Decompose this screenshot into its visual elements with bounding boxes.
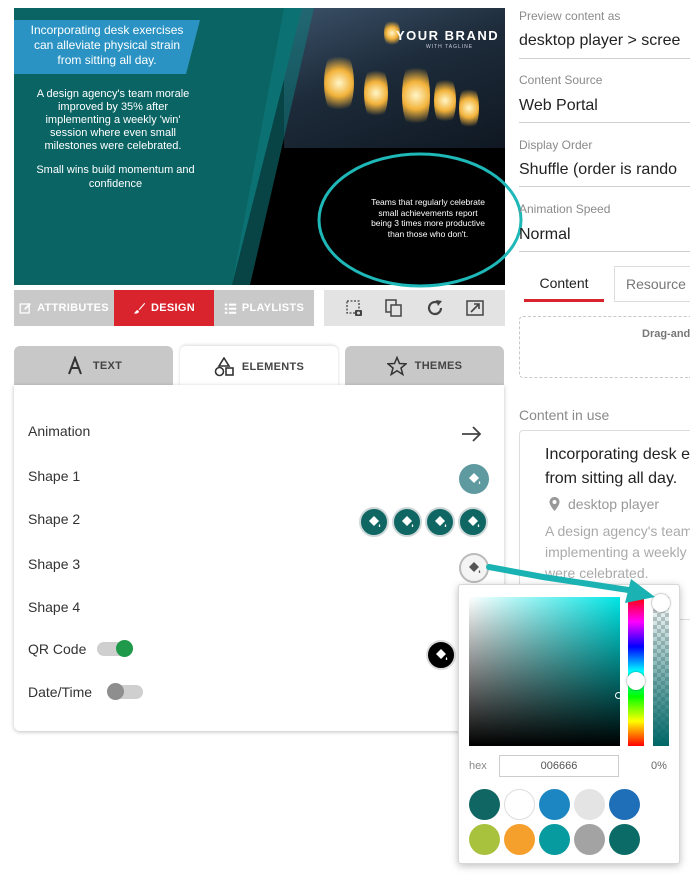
preset-swatch[interactable] (469, 824, 500, 855)
saturation-handle[interactable] (615, 692, 622, 699)
design-button[interactable]: DESIGN (114, 290, 214, 326)
field-underline (519, 58, 690, 59)
paint-bucket-icon (402, 516, 414, 527)
shape2-fill-button-3[interactable] (425, 507, 455, 537)
toggle-knob (107, 683, 124, 700)
qr-code-label: QR Code (28, 641, 87, 657)
shape1-fill-button[interactable] (459, 464, 489, 494)
preset-swatch[interactable] (504, 824, 535, 855)
qr-code-toggle[interactable] (97, 640, 133, 657)
tab-themes-label: THEMES (414, 360, 463, 372)
tab-content[interactable]: Content (524, 266, 604, 302)
slide-headline: Incorporating desk exercises can allevia… (30, 23, 184, 67)
hue-slider[interactable] (627, 597, 645, 746)
preview-as-label: Preview content as (519, 9, 621, 23)
attributes-label: ATTRIBUTES (37, 302, 109, 314)
card-title: Incorporating desk e from sitting all da… (545, 446, 690, 487)
tab-resources[interactable]: Resource (614, 266, 690, 302)
preset-swatch[interactable] (469, 789, 500, 820)
field-underline (519, 186, 690, 187)
list-icon (224, 303, 237, 314)
paint-bucket-icon (468, 516, 480, 527)
field-underline (519, 251, 690, 252)
animation-speed-label: Animation Speed (519, 202, 611, 216)
card-player: desktop player (568, 496, 660, 512)
shape3-label: Shape 3 (28, 556, 81, 572)
preset-swatch[interactable] (574, 789, 605, 820)
brand-logo: YOUR BRAND (396, 28, 500, 43)
content-source-label: Content Source (519, 73, 603, 87)
color-picker-popup: hex 0% (458, 584, 680, 864)
tab-themes[interactable]: THEMES (345, 346, 504, 386)
brush-icon (133, 302, 146, 314)
tab-elements[interactable]: ELEMENTS (180, 346, 338, 388)
crop-capture-icon[interactable] (344, 298, 364, 318)
preset-swatch[interactable] (539, 824, 570, 855)
shape2-label: Shape 2 (28, 511, 81, 527)
animation-label: Animation (28, 423, 91, 439)
hex-input[interactable] (499, 755, 619, 777)
brand-tagline: WITH TAGLINE (426, 44, 474, 50)
slide-subtext: Small wins build momentum and confidence (36, 164, 195, 190)
preset-swatch[interactable] (504, 789, 535, 820)
animation-speed-select[interactable]: Normal (519, 226, 571, 244)
shape2-fill-button-2[interactable] (392, 507, 422, 537)
paint-bucket-icon (469, 473, 481, 484)
layers-copy-icon[interactable] (384, 298, 404, 318)
shape1-label: Shape 1 (28, 468, 81, 484)
refresh-icon[interactable] (425, 298, 445, 318)
tab-elements-label: ELEMENTS (241, 361, 305, 373)
field-underline (519, 122, 690, 123)
attributes-button[interactable]: ATTRIBUTES (14, 290, 114, 326)
tab-text[interactable]: TEXT (14, 346, 173, 386)
location-pin-icon (549, 497, 560, 511)
preview-as-select[interactable]: desktop player > scree (519, 32, 680, 50)
hex-label: hex (469, 760, 487, 772)
preset-swatch[interactable] (539, 789, 570, 820)
paint-bucket-icon (369, 516, 381, 527)
date-time-toggle[interactable] (107, 683, 143, 700)
preset-swatch[interactable] (609, 824, 640, 855)
design-label: DESIGN (151, 302, 195, 314)
text-a-icon (67, 356, 82, 375)
qr-code-fill-button[interactable] (426, 640, 456, 670)
shapes-icon (214, 357, 234, 377)
shape2-fill-button-4[interactable] (458, 507, 488, 537)
opacity-slider[interactable] (652, 594, 670, 746)
dropzone-text: Drag-and (642, 328, 690, 340)
display-order-select[interactable]: Shuffle (order is rando (519, 161, 677, 179)
paint-bucket-icon (435, 516, 447, 527)
toggle-knob (116, 640, 133, 657)
paint-bucket-icon (469, 562, 481, 573)
star-icon (386, 356, 407, 376)
drag-and-drop-zone[interactable]: Drag-and (519, 316, 690, 378)
preset-swatch[interactable] (574, 824, 605, 855)
content-in-use-label: Content in use (519, 407, 610, 423)
playlists-label: PLAYLISTS (241, 302, 305, 314)
slide-body-text: A design agency's team morale improved b… (36, 88, 190, 152)
date-time-label: Date/Time (28, 684, 93, 700)
display-order-label: Display Order (519, 138, 593, 152)
preview-tools (324, 290, 505, 326)
shape4-label: Shape 4 (28, 599, 81, 615)
edit-icon (19, 302, 32, 314)
highlight-ellipse (317, 152, 523, 288)
fullscreen-icon[interactable] (465, 298, 485, 318)
hue-handle[interactable] (627, 672, 645, 690)
paint-bucket-icon (436, 649, 448, 660)
preset-swatch[interactable] (609, 789, 640, 820)
shape2-fill-button-1[interactable] (359, 507, 389, 537)
annotation-arrow (486, 564, 655, 603)
arrow-right-icon[interactable] (460, 425, 484, 443)
saturation-area[interactable] (469, 597, 622, 746)
tab-text-label: TEXT (92, 360, 123, 372)
content-source-select[interactable]: Web Portal (519, 97, 598, 115)
playlists-button[interactable]: PLAYLISTS (214, 290, 314, 326)
opacity-value: 0% (651, 760, 667, 772)
